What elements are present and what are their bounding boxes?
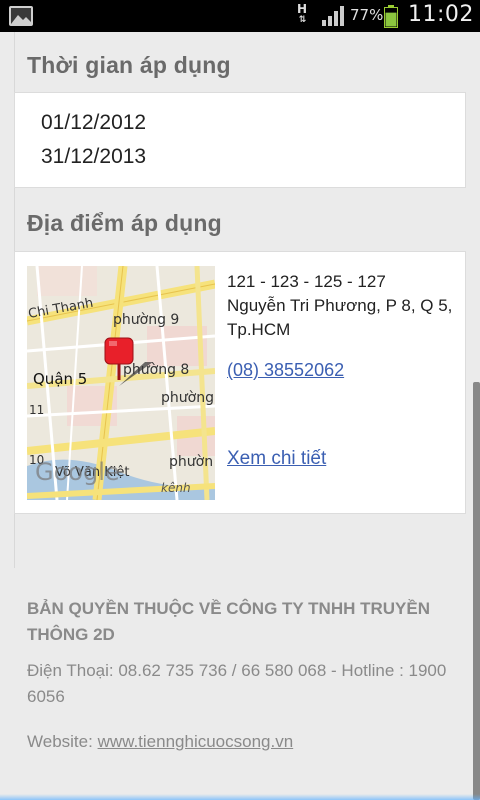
battery-percent: 77% (350, 6, 384, 24)
overscroll-glow (0, 794, 480, 800)
scrollbar[interactable] (473, 382, 480, 800)
content-area[interactable]: Thời gian áp dụng 01/12/2012 31/12/2013 … (0, 32, 480, 800)
data-arrows-icon: H ⇅ (296, 2, 308, 25)
contact-text: Điện Thoại: 08.62 735 736 / 66 580 068 -… (27, 661, 447, 706)
map-label-canal: kênh (161, 481, 191, 495)
map-image: Chi Thanh phường 9 phường 8 Quận 5 phườn… (27, 266, 215, 500)
copyright-text: BẢN QUYỀN THUỘC VỀ CÔNG TY TNHH TRUYỀN T… (27, 599, 430, 644)
address-line: 121 - 123 - 125 - 127 (227, 272, 386, 291)
address-line: Tp.HCM (227, 320, 291, 339)
phone-link[interactable]: (08) 38552062 (227, 360, 344, 381)
battery-icon (384, 5, 398, 28)
website-row: Website: www.tiennghicuocsong.vn (27, 732, 467, 752)
location-card: Chi Thanh phường 9 phường 8 Quận 5 phườn… (14, 251, 466, 514)
time-card: 01/12/2012 31/12/2013 (14, 92, 466, 188)
map-thumbnail[interactable]: Chi Thanh phường 9 phường 8 Quận 5 phườn… (27, 266, 215, 500)
website-label: Website: (27, 732, 98, 751)
location-section-title: Địa điểm áp dụng (27, 210, 222, 236)
map-label-ward-b: phườn (169, 454, 213, 470)
gallery-icon (9, 6, 33, 26)
end-date: 31/12/2013 (41, 145, 147, 168)
view-detail-link[interactable]: Xem chi tiết (227, 448, 326, 470)
map-label-ward-9: phường 9 (113, 312, 179, 328)
google-logo: Google (35, 458, 120, 486)
start-date: 01/12/2012 (41, 111, 147, 134)
battery-fill (385, 12, 397, 27)
map-label-11: 11 (29, 403, 44, 417)
website-link[interactable]: www.tiennghicuocsong.vn (98, 732, 294, 751)
address-line: Nguyễn Tri Phương, P 8, Q 5, (227, 296, 453, 315)
address-text: 121 - 123 - 125 - 127 Nguyễn Tri Phương,… (227, 270, 457, 342)
map-label-ward-a: phường (161, 390, 214, 406)
status-bar: H ⇅ 77% 11:02 (0, 0, 480, 32)
map-label-district-5: Quận 5 (33, 370, 87, 388)
clock: 11:02 (408, 2, 474, 27)
signal-icon (322, 6, 344, 26)
time-section-title: Thời gian áp dụng (27, 52, 231, 78)
